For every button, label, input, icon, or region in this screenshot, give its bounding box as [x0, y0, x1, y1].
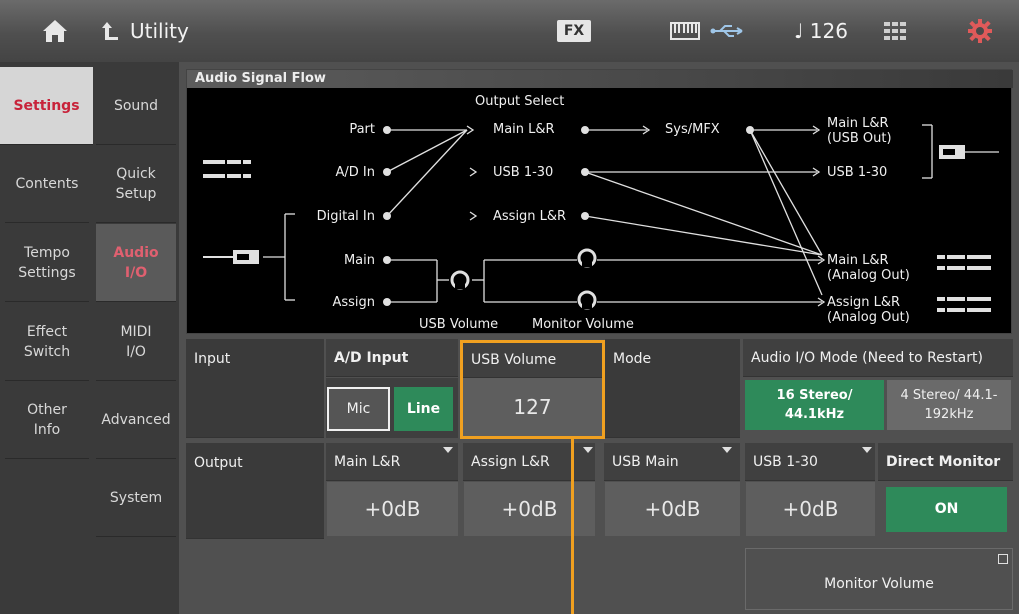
nav-quick-setup[interactable]: Quick Setup [96, 145, 176, 223]
back-icon[interactable] [100, 0, 120, 62]
label-assign: Assign [332, 295, 375, 310]
nav-settings[interactable]: Settings [0, 67, 93, 145]
label-out-usb: USB 1-30 [827, 165, 888, 180]
chevron-down-icon [583, 447, 593, 453]
nav-effect-switch[interactable]: Effect Switch [5, 303, 89, 381]
label-ad-in: A/D In [335, 165, 376, 180]
main-lr-value[interactable]: +0dB [327, 482, 458, 536]
chevron-down-icon [443, 447, 453, 453]
nav-audio-io[interactable]: Audio I/O [96, 224, 176, 302]
usb-main-label: USB Main [604, 443, 740, 481]
usb-out-icon [939, 145, 965, 159]
screen: Utility FX ♩ 126 Settings Contents Tempo… [0, 0, 1019, 614]
nav-tempo-settings[interactable]: Tempo Settings [5, 224, 89, 302]
mode-16-stereo-button[interactable]: 16 Stereo/ 44.1kHz [745, 380, 884, 430]
highlight-frame [460, 340, 605, 439]
label-output-select: Output Select [475, 94, 565, 109]
knob-monitor-top [577, 248, 597, 268]
label-digital-in: Digital In [316, 209, 375, 224]
line-button[interactable]: Line [394, 387, 453, 431]
chevron-down-icon [722, 447, 732, 453]
nav-midi-io[interactable]: MIDI I/O [96, 303, 176, 381]
label-main-lr: Main L&R [493, 122, 555, 137]
fx-badge[interactable]: FX [557, 20, 591, 42]
label-monitor-volume: Monitor Volume [532, 317, 634, 332]
knob-usb-volume [450, 270, 470, 290]
monitor-volume-button[interactable]: Monitor Volume [745, 548, 1013, 610]
home-icon[interactable] [20, 0, 90, 62]
output-label: Output [186, 443, 324, 539]
mode-label: Mode [605, 339, 740, 438]
popup-icon [998, 554, 1008, 564]
label-part: Part [349, 122, 375, 137]
usb-in-icon [203, 250, 259, 264]
direct-monitor-label: Direct Monitor [878, 443, 1013, 481]
nav-contents[interactable]: Contents [5, 145, 89, 223]
mic-button[interactable]: Mic [327, 387, 390, 431]
usb-main-value[interactable]: +0dB [605, 482, 740, 536]
direct-monitor-toggle[interactable]: ON [886, 487, 1007, 532]
usb-1-30-label: USB 1-30 [745, 443, 875, 481]
label-sys-mfx: Sys/MFX [665, 122, 720, 137]
keyboard-icon [670, 0, 700, 62]
highlight-callout-line [571, 439, 574, 614]
chevron-down-icon [862, 447, 872, 453]
page-title: Utility [130, 19, 189, 43]
ad-input-label: A/D Input [326, 339, 458, 377]
audio-signal-flow: Audio Signal Flow Output Select Part A/D… [186, 69, 1013, 334]
input-jack-icon [203, 160, 251, 178]
label-out-main-usb: Main L&R (USB Out) [827, 116, 892, 146]
knob-monitor-bottom [577, 290, 597, 310]
top-bar: Utility FX ♩ 126 [0, 0, 1019, 62]
label-out-main-analog: Main L&R (Analog Out) [827, 253, 910, 283]
nav-advanced[interactable]: Advanced [96, 381, 176, 459]
label-out-assign-analog: Assign L&R (Analog Out) [827, 295, 910, 325]
mode-4-stereo-button[interactable]: 4 Stereo/ 44.1-192kHz [887, 380, 1011, 430]
usb-icon [710, 0, 746, 62]
assign-lr-value[interactable]: +0dB [464, 482, 595, 536]
main-lr-label: Main L&R [326, 443, 458, 481]
label-usb-volume: USB Volume [419, 317, 499, 332]
usb-1-30-value[interactable]: +0dB [746, 482, 875, 536]
analog-out-icon [937, 255, 991, 312]
nav-sound[interactable]: Sound [96, 67, 176, 145]
audio-io-mode-label: Audio I/O Mode (Need to Restart) [743, 339, 1013, 377]
nav-system[interactable]: System [96, 459, 176, 537]
tempo-display[interactable]: ♩ 126 [786, 0, 856, 62]
input-label: Input [186, 339, 324, 438]
label-main: Main [343, 253, 375, 268]
label-usb-1-30: USB 1-30 [493, 165, 554, 180]
nav-other-info[interactable]: Other Info [5, 381, 89, 459]
label-assign-lr: Assign L&R [493, 209, 567, 224]
gear-icon[interactable] [960, 0, 1000, 62]
grid-icon[interactable] [880, 0, 910, 62]
assign-lr-label: Assign L&R [463, 443, 595, 481]
